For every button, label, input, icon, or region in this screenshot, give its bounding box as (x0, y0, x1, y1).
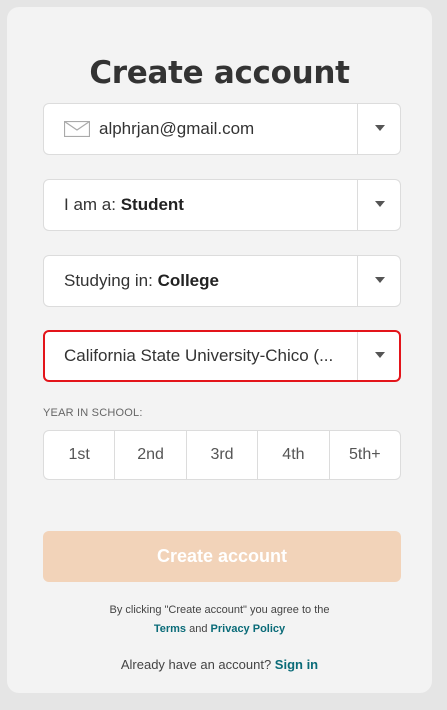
year-option-1st[interactable]: 1st (44, 431, 116, 479)
privacy-policy-link[interactable]: Privacy Policy (211, 623, 286, 635)
chevron-down-icon[interactable] (375, 277, 385, 283)
terms-link[interactable]: Terms (154, 623, 186, 635)
year-option-5th-plus[interactable]: 5th+ (330, 431, 400, 479)
chevron-down-icon[interactable] (375, 201, 385, 207)
year-option-4th[interactable]: 4th (258, 431, 330, 479)
year-option-3rd[interactable]: 3rd (187, 431, 259, 479)
mail-icon (64, 121, 90, 137)
create-account-button[interactable]: Create account (43, 531, 401, 582)
studying-label: Studying in: College (64, 271, 219, 290)
terms-text: By clicking "Create account" you agree t… (109, 604, 330, 616)
chevron-down-icon[interactable] (375, 352, 385, 358)
divider (357, 332, 358, 380)
year-in-school-label: YEAR IN SCHOOL: (43, 407, 143, 419)
studying-value: College (157, 271, 219, 290)
signup-card: Create account alphrjan@gmail.com I am a… (7, 7, 432, 693)
signin-text: Already have an account? (120, 657, 272, 672)
email-select[interactable]: alphrjan@gmail.com (43, 103, 401, 155)
divider (357, 180, 358, 230)
divider (357, 256, 358, 306)
chevron-down-icon[interactable] (375, 125, 385, 131)
terms-and: and (189, 623, 208, 635)
terms-notice: By clicking "Create account" you agree t… (7, 601, 432, 639)
year-selector: 1st 2nd 3rd 4th 5th+ (43, 430, 401, 480)
year-option-2nd[interactable]: 2nd (115, 431, 187, 479)
studying-select[interactable]: Studying in: College (43, 255, 401, 307)
sign-in-link[interactable]: Sign in (275, 657, 318, 672)
school-select[interactable]: California State University-Chico (... (43, 330, 401, 382)
divider (357, 104, 358, 154)
school-value: California State University-Chico (... (64, 346, 334, 365)
role-value: Student (120, 195, 184, 214)
signin-prompt: Already have an account? Sign in (7, 657, 432, 672)
role-select[interactable]: I am a: Student (43, 179, 401, 231)
role-label: I am a: Student (64, 195, 184, 214)
page-title: Create account (89, 55, 350, 91)
email-value: alphrjan@gmail.com (99, 119, 255, 138)
